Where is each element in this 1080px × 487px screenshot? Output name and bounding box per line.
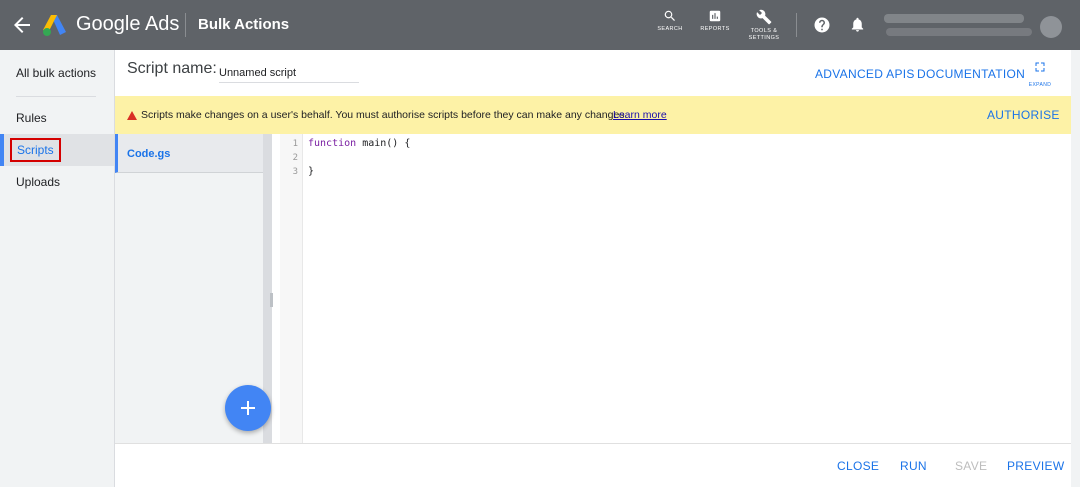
script-name-input[interactable]: [219, 59, 359, 83]
search-button[interactable]: SEARCH: [652, 9, 688, 33]
nav-item-all-bulk-actions[interactable]: All bulk actions: [16, 66, 96, 80]
script-name-label: Script name:: [127, 60, 217, 77]
warning-text: Scripts make changes on a user's behalf.…: [141, 109, 628, 121]
tools-label-line2: SETTINGS: [748, 35, 780, 41]
code-line: function main() {: [308, 138, 410, 149]
close-button[interactable]: CLOSE: [837, 459, 879, 473]
learn-more-link[interactable]: Learn more: [613, 109, 667, 121]
resize-grip[interactable]: [270, 293, 273, 307]
code-text: main() {: [356, 138, 411, 149]
account-info[interactable]: [884, 12, 1034, 38]
authorisation-warning-banner: Scripts make changes on a user's behalf.…: [115, 96, 1071, 134]
code-keyword: function: [308, 138, 357, 149]
scrollbar[interactable]: [1071, 50, 1080, 487]
google-ads-logo: [42, 13, 68, 37]
reports-icon: [709, 10, 721, 22]
code-editor[interactable]: 1 2 3 function main() { }: [280, 134, 1071, 443]
code-line: }: [308, 166, 314, 177]
authorise-button[interactable]: AUTHORISE: [987, 108, 1060, 122]
documentation-button[interactable]: DOCUMENTATION: [917, 67, 1025, 81]
line-number: 1: [292, 139, 298, 149]
avatar[interactable]: [1040, 16, 1062, 38]
back-arrow-icon[interactable]: [10, 13, 34, 37]
reports-button[interactable]: REPORTS: [697, 9, 733, 33]
account-email-blurred: [886, 28, 1032, 36]
reports-label: REPORTS: [700, 26, 730, 32]
save-button[interactable]: SAVE: [955, 459, 987, 473]
top-app-bar: Google Ads Bulk Actions SEARCH REPORTS T…: [0, 0, 1080, 50]
line-number: 3: [292, 167, 298, 177]
nav-divider: [16, 96, 96, 97]
warning-icon: [127, 111, 137, 120]
file-name: Code.gs: [127, 148, 171, 160]
page-title: Bulk Actions: [198, 16, 290, 33]
script-editor-panel: Script name: ADVANCED APIS DOCUMENTATION…: [115, 50, 1071, 487]
advanced-apis-button[interactable]: ADVANCED APIS: [815, 67, 915, 81]
expand-button[interactable]: EXPAND: [1026, 60, 1054, 88]
plus-icon: [241, 401, 255, 415]
left-nav: All bulk actions Rules Scripts Uploads: [0, 50, 115, 487]
file-item-code-gs[interactable]: Code.gs: [115, 134, 263, 173]
divider: [185, 13, 186, 37]
action-footer: CLOSE RUN SAVE PREVIEW: [115, 443, 1071, 487]
tools-settings-button[interactable]: TOOLS & SETTINGS: [742, 9, 786, 42]
notifications-bell-icon[interactable]: [849, 15, 866, 34]
fullscreen-icon: [1035, 62, 1045, 72]
search-label: SEARCH: [657, 26, 683, 32]
line-number: 2: [292, 153, 298, 163]
help-icon[interactable]: [813, 16, 831, 34]
divider: [796, 13, 797, 37]
code-text: }: [308, 166, 315, 177]
nav-active-indicator: [0, 134, 4, 166]
tools-label-line1: TOOLS &: [750, 28, 778, 34]
nav-item-scripts[interactable]: Scripts: [10, 138, 61, 162]
search-icon: [664, 10, 675, 21]
add-file-button[interactable]: [225, 385, 271, 431]
expand-label: EXPAND: [1028, 82, 1052, 88]
account-name-blurred: [884, 14, 1024, 23]
nav-item-rules[interactable]: Rules: [16, 111, 47, 125]
nav-item-uploads[interactable]: Uploads: [16, 175, 60, 189]
product-name: Google Ads: [76, 13, 180, 35]
line-number-gutter: 1 2 3: [280, 134, 303, 443]
wrench-icon: [756, 9, 772, 25]
run-button[interactable]: RUN: [900, 459, 927, 473]
preview-button[interactable]: PREVIEW: [1007, 459, 1064, 473]
